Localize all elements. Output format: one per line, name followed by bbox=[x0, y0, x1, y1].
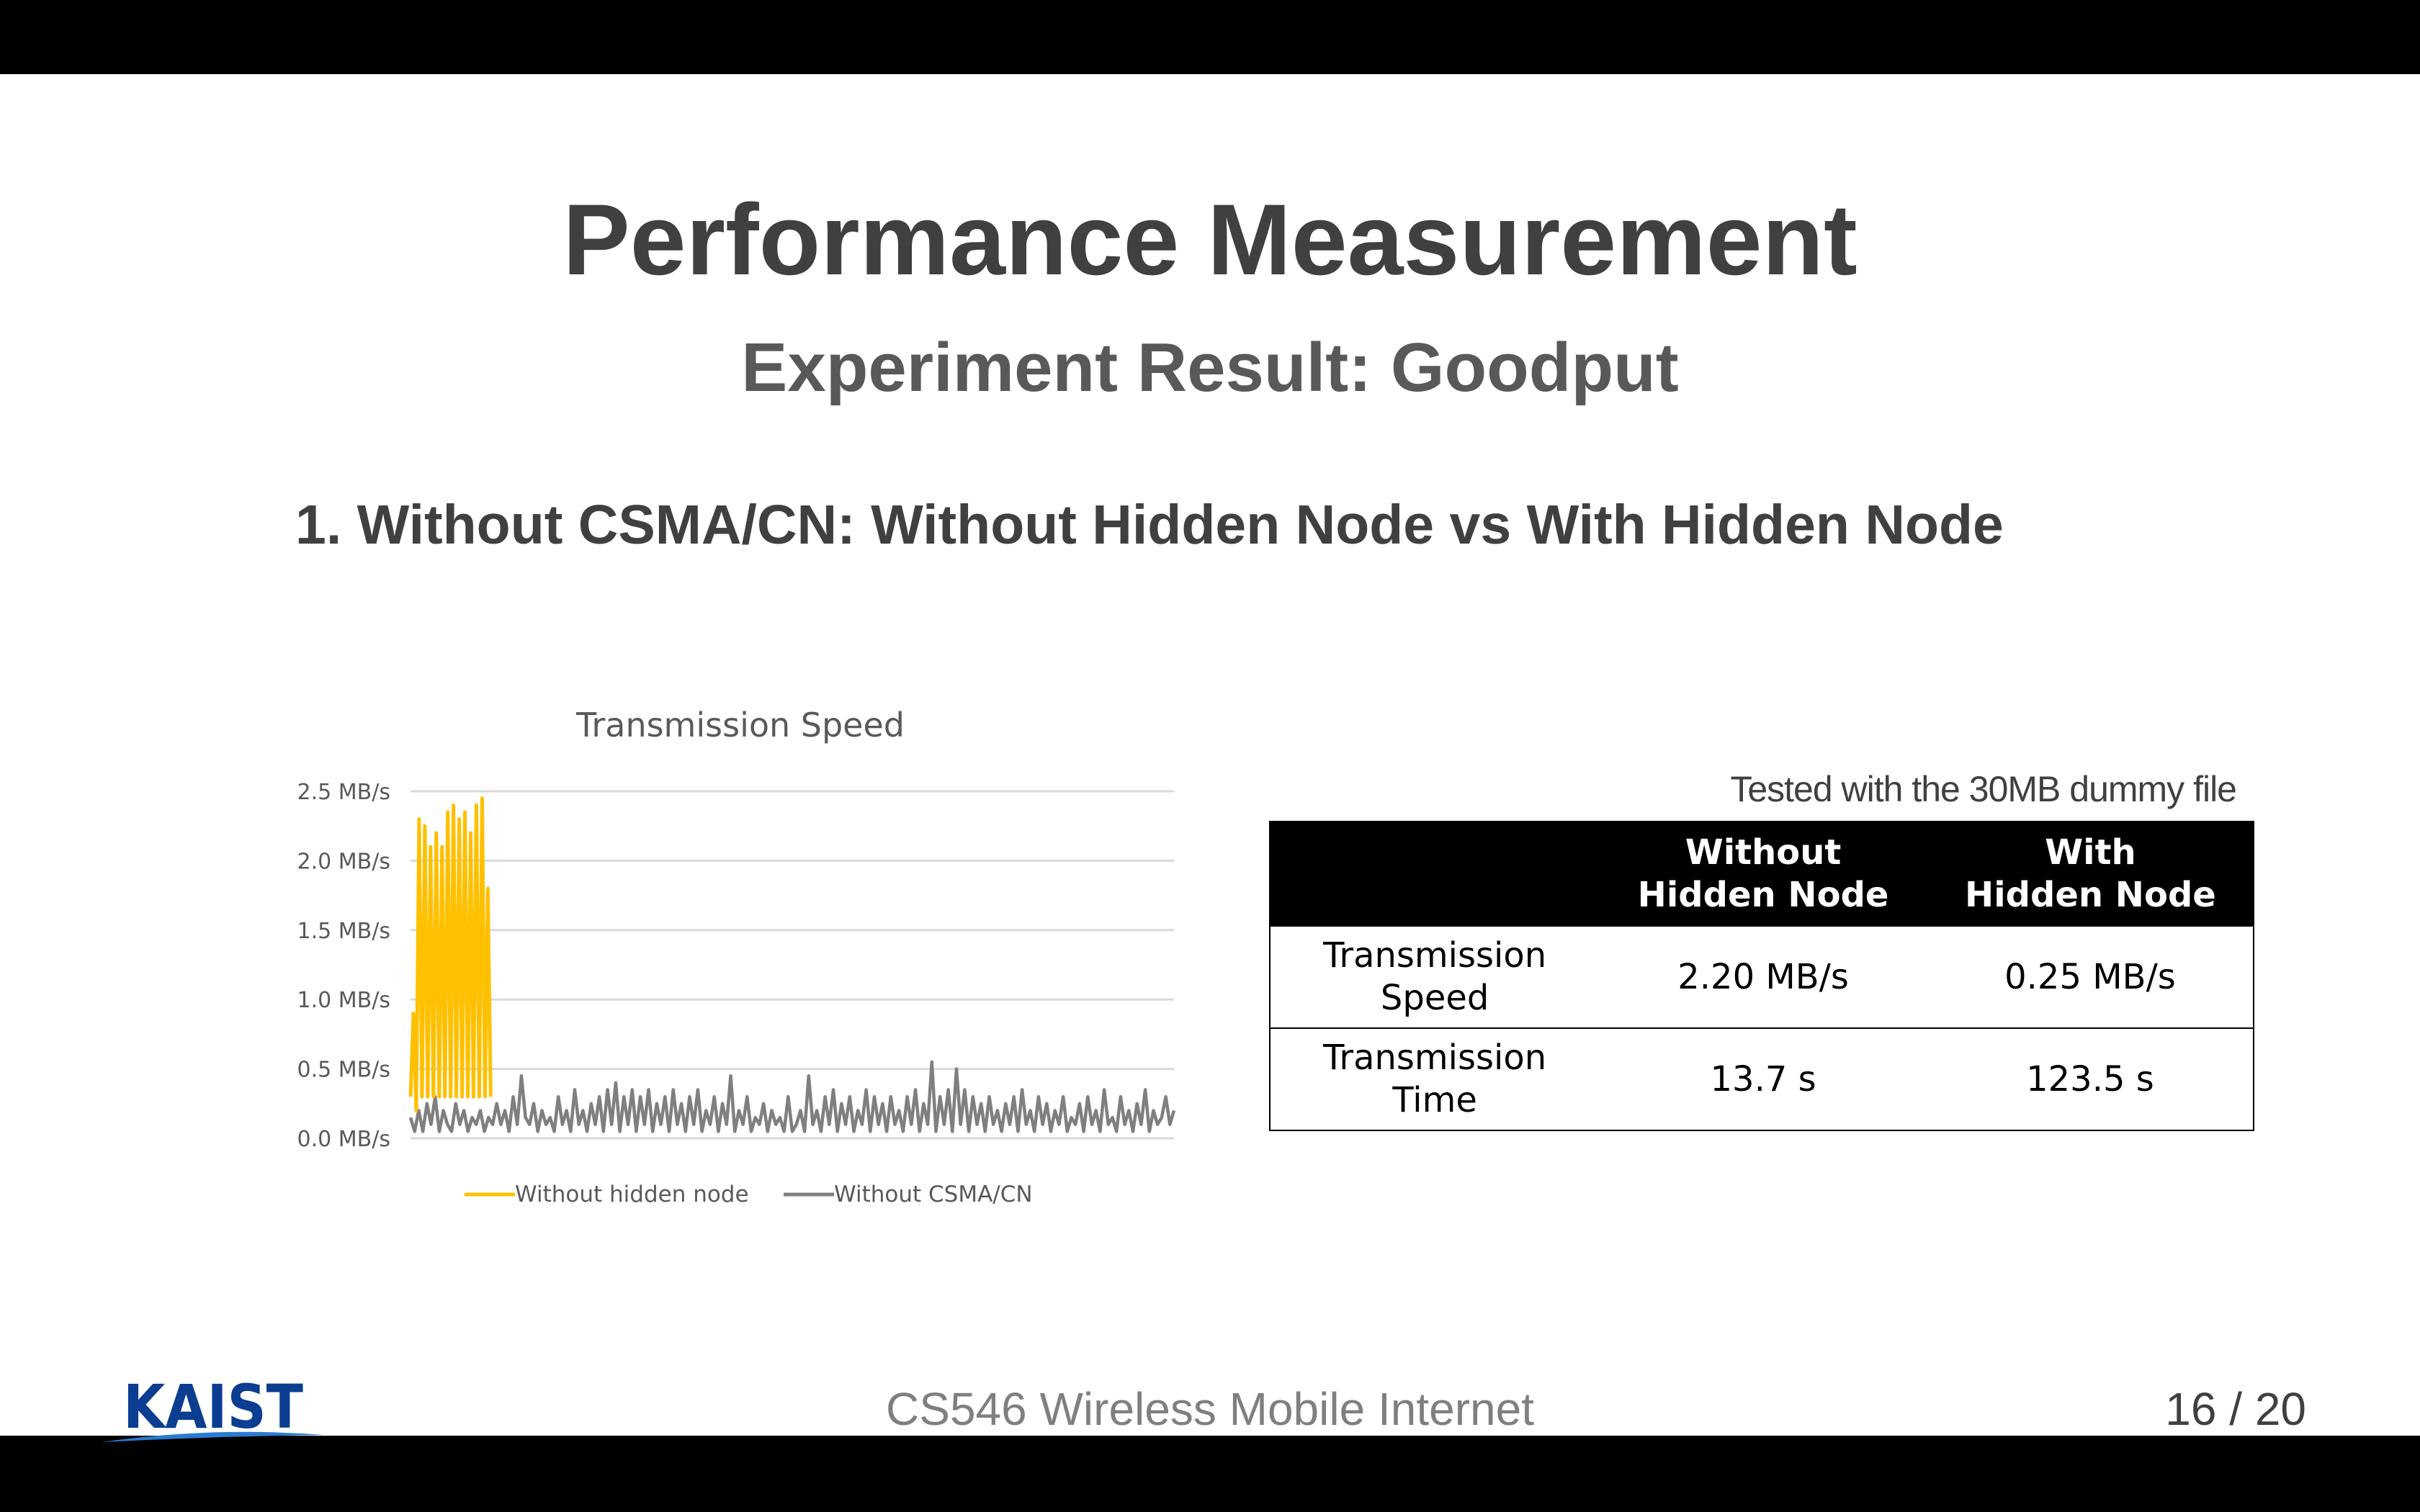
test-note: Tested with the 30MB dummy file bbox=[1730, 769, 2237, 809]
slide-title: Performance Measurement bbox=[563, 183, 1857, 296]
y-tick-label: 1.0 MB/s bbox=[297, 988, 390, 1013]
chart-series bbox=[408, 796, 1176, 1133]
chart-y-axis: 0.0 MB/s 0.5 MB/s 1.0 MB/s 1.5 MB/s 2.0 MB/s… bbox=[297, 780, 390, 1152]
table-row: Transmission Speed 2.20 MB/s 0.25 MB/s bbox=[1268, 925, 2255, 1029]
table-row-label: Transmission Speed bbox=[1268, 925, 1600, 1029]
y-tick-label: 0.0 MB/s bbox=[297, 1127, 390, 1152]
series-line-without-csma-cn bbox=[408, 1060, 1176, 1133]
section-heading: 1. Without CSMA/CN: Without Hidden Node … bbox=[295, 494, 2004, 556]
page-number: 16 / 20 bbox=[2165, 1383, 2306, 1435]
table-cell: 2.20 MB/s bbox=[1599, 925, 1927, 1029]
legend-label: Without hidden node bbox=[515, 1182, 749, 1207]
y-tick-label: 0.5 MB/s bbox=[297, 1058, 390, 1083]
table-cell: 0.25 MB/s bbox=[1927, 925, 2255, 1029]
table-row-label: Transmission Time bbox=[1268, 1027, 1600, 1131]
table-row: Transmission Time 13.7 s 123.5 s bbox=[1268, 1027, 2255, 1131]
table-header-cell: Without Hidden Node bbox=[1598, 821, 1928, 927]
series-line-without-hidden-node bbox=[408, 796, 493, 1112]
table-header-cell bbox=[1268, 821, 1600, 927]
results-table: Without Hidden Node With Hidden Node Trans… bbox=[1268, 821, 2255, 1131]
y-tick-label: 2.5 MB/s bbox=[297, 780, 390, 805]
y-tick-label: 2.0 MB/s bbox=[297, 849, 390, 874]
transmission-speed-chart: Transmission Speed 0.0 MB/s 0.5 MB/s 1.0 M… bbox=[274, 685, 1210, 1232]
slide: Performance Measurement Experiment Resul… bbox=[0, 74, 2420, 1442]
legend-label: Without CSMA/CN bbox=[834, 1182, 1033, 1207]
y-tick-label: 1.5 MB/s bbox=[297, 919, 390, 944]
slide-subtitle: Experiment Result: Goodput bbox=[741, 329, 1679, 406]
table-header-cell: With Hidden Node bbox=[1926, 821, 2255, 927]
table-cell: 13.7 s bbox=[1599, 1027, 1927, 1131]
chart-title: Transmission Speed bbox=[575, 706, 905, 744]
chart-legend: Without hidden node Without CSMA/CN bbox=[465, 1182, 1033, 1207]
chart-gridlines bbox=[411, 790, 1174, 1140]
table-header-row: Without Hidden Node With Hidden Node bbox=[1268, 821, 2255, 927]
table-cell: 123.5 s bbox=[1927, 1027, 2255, 1131]
footer-course-title: CS546 Wireless Mobile Internet bbox=[886, 1383, 1534, 1435]
